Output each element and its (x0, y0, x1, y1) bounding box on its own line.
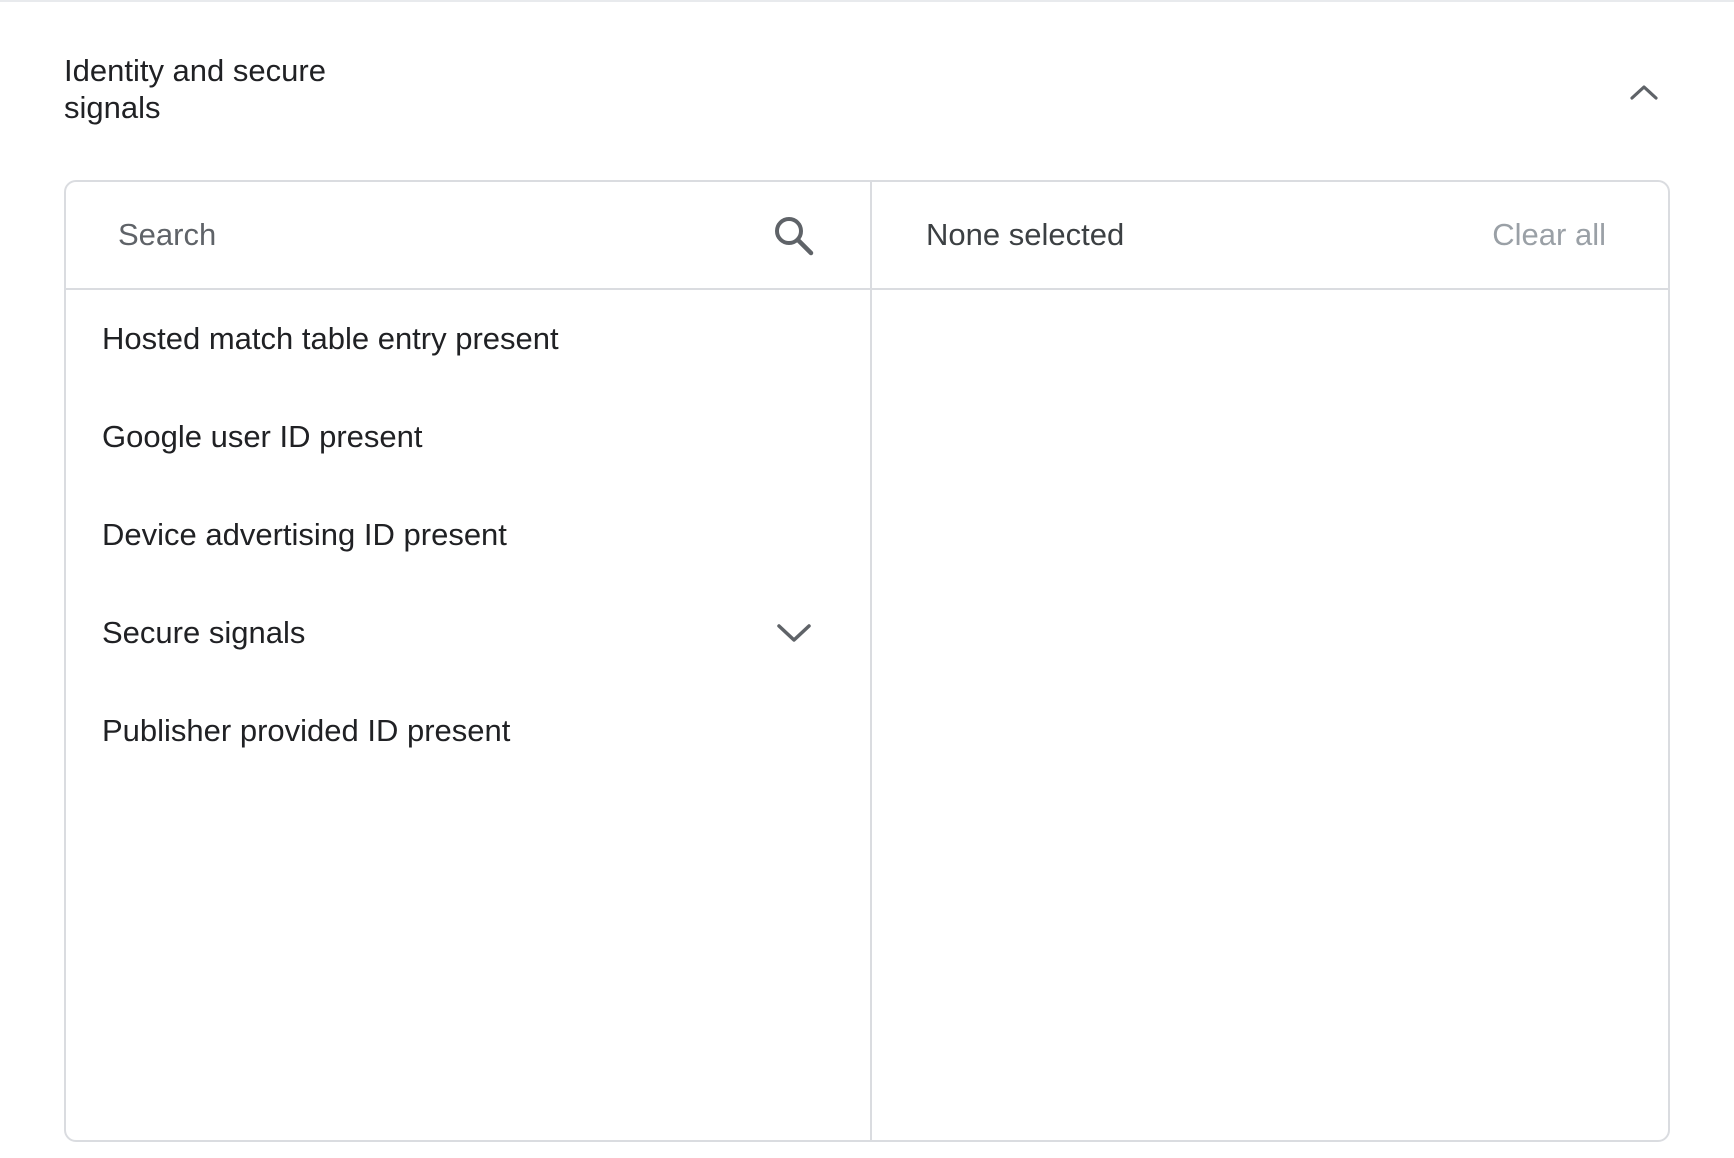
signal-selector-panel: None selected Clear all Hosted match tab… (64, 180, 1670, 1142)
list-item-secure-signals[interactable]: Secure signals (66, 584, 870, 682)
list-item-label: Google user ID present (102, 419, 423, 454)
chevron-up-icon (1630, 85, 1658, 100)
selection-status: None selected (926, 217, 1125, 252)
collapse-button[interactable] (1612, 66, 1676, 118)
search-icon[interactable] (766, 208, 822, 264)
list-item-google-user-id[interactable]: Google user ID present (66, 388, 870, 486)
list-item-publisher-provided-id[interactable]: Publisher provided ID present (66, 682, 870, 780)
options-list: Hosted match table entry present Google … (66, 290, 870, 780)
list-item-device-advertising-id[interactable]: Device advertising ID present (66, 486, 870, 584)
selected-panel-header: None selected Clear all (872, 182, 1668, 288)
list-item-label: Device advertising ID present (102, 517, 507, 552)
column-divider (870, 182, 872, 1140)
search-bar (66, 182, 870, 288)
section-header[interactable]: Identity and secure signals (0, 2, 1734, 152)
list-item-label: Publisher provided ID present (102, 713, 511, 748)
clear-all-button[interactable]: Clear all (1492, 216, 1606, 254)
search-input[interactable] (118, 208, 758, 262)
list-item-label: Hosted match table entry present (102, 321, 559, 356)
chevron-down-icon[interactable] (766, 605, 822, 661)
list-item-label: Secure signals (102, 615, 306, 650)
section-title: Identity and secure signals (64, 53, 326, 125)
list-item-hosted-match-table[interactable]: Hosted match table entry present (66, 290, 870, 388)
